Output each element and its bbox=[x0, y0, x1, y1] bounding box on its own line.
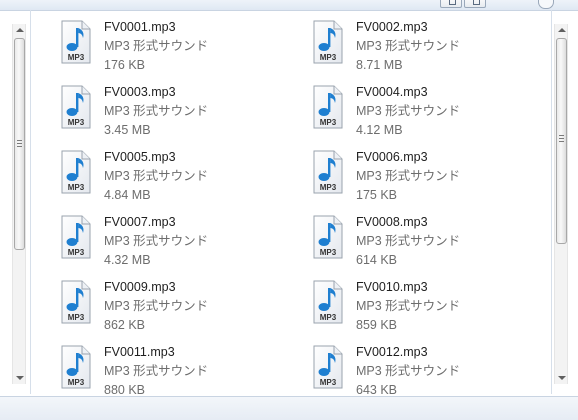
file-size: 176 KB bbox=[104, 58, 146, 72]
mp3-file-icon: MP3 bbox=[313, 85, 343, 129]
svg-text:MP3: MP3 bbox=[68, 118, 85, 127]
file-size: 8.71 MB bbox=[356, 58, 403, 72]
svg-text:MP3: MP3 bbox=[320, 118, 337, 127]
file-name: FV0001.mp3 bbox=[104, 20, 176, 34]
scroll-down-arrow-icon[interactable] bbox=[16, 376, 24, 380]
file-name: FV0012.mp3 bbox=[356, 345, 428, 359]
file-item-fv0001-mp3[interactable]: MP3 FV0001.mp3 MP3 形式サウンド 176 KB bbox=[60, 18, 300, 76]
file-name: FV0008.mp3 bbox=[356, 215, 428, 229]
file-list-scroll-thumb[interactable] bbox=[556, 38, 567, 244]
file-type: MP3 形式サウンド bbox=[356, 169, 461, 183]
scroll-up-arrow-icon[interactable] bbox=[558, 28, 566, 32]
file-type: MP3 形式サウンド bbox=[104, 234, 209, 248]
file-item-fv0007-mp3[interactable]: MP3 FV0007.mp3 MP3 形式サウンド 4.32 MB bbox=[60, 213, 300, 271]
file-type: MP3 形式サウンド bbox=[104, 39, 209, 53]
file-name: FV0006.mp3 bbox=[356, 150, 428, 164]
svg-text:MP3: MP3 bbox=[320, 248, 337, 257]
file-item-fv0011-mp3[interactable]: MP3 FV0011.mp3 MP3 形式サウンド 880 KB bbox=[60, 343, 300, 401]
file-type: MP3 形式サウンド bbox=[356, 234, 461, 248]
file-item-fv0004-mp3[interactable]: MP3 FV0004.mp3 MP3 形式サウンド 4.12 MB bbox=[312, 83, 552, 141]
file-item-fv0010-mp3[interactable]: MP3 FV0010.mp3 MP3 形式サウンド 859 KB bbox=[312, 278, 552, 336]
file-name: FV0007.mp3 bbox=[104, 215, 176, 229]
mp3-file-icon: MP3 bbox=[61, 150, 91, 194]
svg-text:MP3: MP3 bbox=[68, 53, 85, 62]
svg-text:MP3: MP3 bbox=[320, 53, 337, 62]
file-size: 4.32 MB bbox=[104, 253, 151, 267]
file-type: MP3 形式サウンド bbox=[356, 39, 461, 53]
file-item-fv0012-mp3[interactable]: MP3 FV0012.mp3 MP3 形式サウンド 643 KB bbox=[312, 343, 552, 401]
file-type: MP3 形式サウンド bbox=[356, 299, 461, 313]
mp3-file-icon: MP3 bbox=[313, 215, 343, 259]
file-name: FV0004.mp3 bbox=[356, 85, 428, 99]
navigation-pane-scroll-thumb[interactable] bbox=[14, 38, 25, 250]
file-type: MP3 形式サウンド bbox=[356, 364, 461, 378]
mp3-file-icon: MP3 bbox=[61, 215, 91, 259]
file-item-fv0008-mp3[interactable]: MP3 FV0008.mp3 MP3 形式サウンド 614 KB bbox=[312, 213, 552, 271]
svg-text:MP3: MP3 bbox=[68, 248, 85, 257]
mp3-file-icon: MP3 bbox=[313, 280, 343, 324]
file-size: 3.45 MB bbox=[104, 123, 151, 137]
file-type: MP3 形式サウンド bbox=[104, 104, 209, 118]
file-name: FV0003.mp3 bbox=[104, 85, 176, 99]
help-button[interactable] bbox=[538, 0, 554, 9]
svg-text:MP3: MP3 bbox=[68, 313, 85, 322]
file-name: FV0005.mp3 bbox=[104, 150, 176, 164]
mp3-file-icon: MP3 bbox=[61, 345, 91, 389]
file-size: 4.84 MB bbox=[104, 188, 151, 202]
file-name: FV0011.mp3 bbox=[104, 345, 175, 359]
scroll-up-arrow-icon[interactable] bbox=[16, 28, 24, 32]
file-item-fv0006-mp3[interactable]: MP3 FV0006.mp3 MP3 形式サウンド 175 KB bbox=[312, 148, 552, 206]
file-type: MP3 形式サウンド bbox=[104, 299, 209, 313]
view-icon bbox=[449, 0, 456, 5]
mp3-file-icon: MP3 bbox=[61, 280, 91, 324]
file-type: MP3 形式サウンド bbox=[356, 104, 461, 118]
file-name: FV0010.mp3 bbox=[356, 280, 428, 294]
navigation-pane-scrollbar[interactable] bbox=[12, 24, 26, 384]
file-size: 862 KB bbox=[104, 318, 146, 332]
file-size: 4.12 MB bbox=[356, 123, 403, 137]
preview-pane-icon bbox=[473, 0, 480, 5]
mp3-file-icon: MP3 bbox=[313, 20, 343, 64]
file-list-scrollbar[interactable] bbox=[554, 24, 568, 384]
file-item-fv0009-mp3[interactable]: MP3 FV0009.mp3 MP3 形式サウンド 862 KB bbox=[60, 278, 300, 336]
file-name: FV0002.mp3 bbox=[356, 20, 428, 34]
svg-text:MP3: MP3 bbox=[320, 378, 337, 387]
file-size: 614 KB bbox=[356, 253, 398, 267]
svg-text:MP3: MP3 bbox=[320, 313, 337, 322]
svg-text:MP3: MP3 bbox=[68, 378, 85, 387]
mp3-file-icon: MP3 bbox=[313, 345, 343, 389]
svg-text:MP3: MP3 bbox=[320, 183, 337, 192]
file-type: MP3 形式サウンド bbox=[104, 364, 209, 378]
file-size: 175 KB bbox=[356, 188, 398, 202]
file-type: MP3 形式サウンド bbox=[104, 169, 209, 183]
status-bar bbox=[0, 396, 578, 420]
view-options-button[interactable] bbox=[440, 0, 462, 8]
scroll-down-arrow-icon[interactable] bbox=[558, 376, 566, 380]
svg-text:MP3: MP3 bbox=[68, 183, 85, 192]
file-item-fv0002-mp3[interactable]: MP3 FV0002.mp3 MP3 形式サウンド 8.71 MB bbox=[312, 18, 552, 76]
file-item-fv0003-mp3[interactable]: MP3 FV0003.mp3 MP3 形式サウンド 3.45 MB bbox=[60, 83, 300, 141]
file-item-fv0005-mp3[interactable]: MP3 FV0005.mp3 MP3 形式サウンド 4.84 MB bbox=[60, 148, 300, 206]
preview-pane-button[interactable] bbox=[464, 0, 486, 8]
file-size: 859 KB bbox=[356, 318, 398, 332]
mp3-file-icon: MP3 bbox=[61, 85, 91, 129]
mp3-file-icon: MP3 bbox=[313, 150, 343, 194]
file-name: FV0009.mp3 bbox=[104, 280, 176, 294]
mp3-file-icon: MP3 bbox=[61, 20, 91, 64]
